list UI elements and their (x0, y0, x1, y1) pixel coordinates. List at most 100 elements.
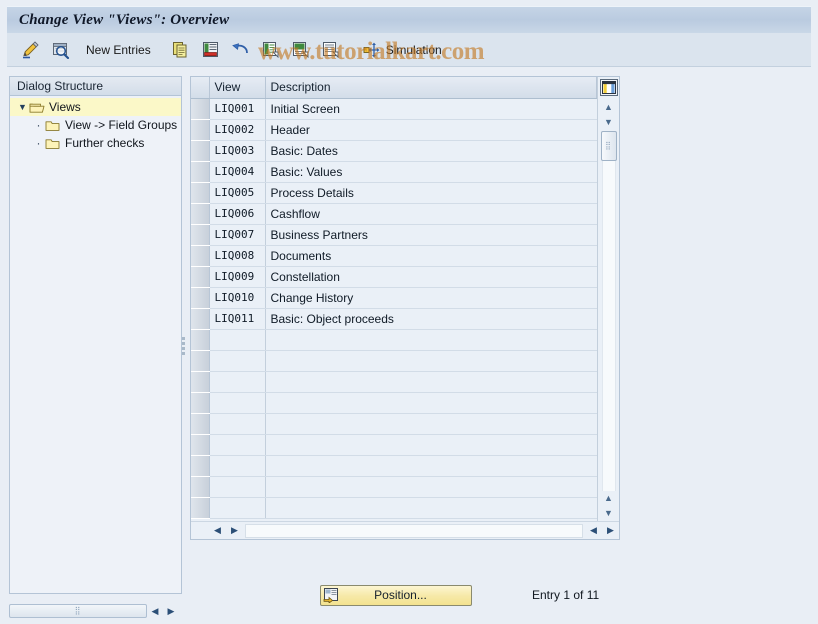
sidebar-item-views[interactable]: ▼ Views (10, 98, 181, 116)
row-selector[interactable] (191, 287, 210, 309)
row-selector[interactable] (191, 161, 210, 183)
cell-view[interactable]: LIQ001 (209, 98, 266, 120)
cell-description[interactable] (265, 476, 597, 498)
scroll-page-down-icon[interactable]: ▼ (600, 506, 618, 521)
cell-view[interactable] (209, 497, 266, 519)
row-selector[interactable] (191, 497, 210, 519)
row-selector[interactable] (191, 203, 210, 225)
undo-icon[interactable] (227, 37, 254, 63)
cell-view[interactable]: LIQ008 (209, 245, 266, 267)
row-selector[interactable] (191, 455, 210, 477)
cell-description[interactable]: Change History (265, 287, 597, 309)
cell-description[interactable] (265, 434, 597, 456)
dialog-structure-hscrollbar[interactable]: ⣿ ◀ ▶ (9, 602, 182, 620)
row-selector[interactable] (191, 371, 210, 393)
cell-view[interactable]: LIQ002 (209, 119, 266, 141)
cell-description[interactable]: Basic: Object proceeds (265, 308, 597, 330)
new-entries-button[interactable]: New Entries (77, 37, 164, 63)
simulation-button[interactable]: Simulation (358, 37, 455, 63)
column-header-description[interactable]: Description (265, 77, 597, 99)
cell-description[interactable]: Basic: Dates (265, 140, 597, 162)
table-row[interactable] (191, 476, 597, 498)
table-row[interactable]: LIQ004 Basic: Values (191, 161, 597, 183)
table-row[interactable] (191, 413, 597, 435)
table-row[interactable] (191, 350, 597, 372)
delete-icon[interactable] (197, 37, 224, 63)
row-selector[interactable] (191, 98, 210, 120)
table-row[interactable]: LIQ006 Cashflow (191, 203, 597, 225)
cell-description[interactable] (265, 455, 597, 477)
table-row[interactable] (191, 371, 597, 393)
panel-splitter-handle[interactable] (180, 336, 186, 356)
cell-description[interactable] (265, 392, 597, 414)
cell-view[interactable] (209, 350, 266, 372)
scroll-down-icon[interactable]: ▼ (600, 114, 618, 129)
cell-description[interactable]: Cashflow (265, 203, 597, 225)
chevron-down-icon[interactable]: ▼ (16, 102, 29, 112)
select-all-column-header[interactable] (191, 77, 210, 99)
row-selector[interactable] (191, 140, 210, 162)
hscroll-right-icon[interactable]: ▶ (226, 523, 243, 538)
vertical-scroll-track[interactable] (601, 161, 616, 491)
row-selector[interactable] (191, 350, 210, 372)
table-row[interactable] (191, 455, 597, 477)
select-all-icon[interactable] (257, 37, 284, 63)
cell-description[interactable]: Header (265, 119, 597, 141)
cell-view[interactable]: LIQ007 (209, 224, 266, 246)
column-config-icon[interactable] (599, 79, 618, 96)
table-row[interactable] (191, 497, 597, 519)
cell-view[interactable]: LIQ004 (209, 161, 266, 183)
table-vertical-scrollbar[interactable]: ▲ ▼ ⣿ ▲ ▼ (597, 77, 619, 521)
table-row[interactable]: LIQ005 Process Details (191, 182, 597, 204)
hscroll-page-left-icon[interactable]: ◀ (585, 523, 602, 538)
row-selector[interactable] (191, 266, 210, 288)
table-row[interactable]: LIQ003 Basic: Dates (191, 140, 597, 162)
cell-view[interactable]: LIQ003 (209, 140, 266, 162)
cell-view[interactable] (209, 392, 266, 414)
row-selector[interactable] (191, 434, 210, 456)
scroll-up-icon[interactable]: ▲ (600, 99, 618, 114)
table-row[interactable]: LIQ010 Change History (191, 287, 597, 309)
deselect-all-icon[interactable] (317, 37, 344, 63)
cell-description[interactable] (265, 350, 597, 372)
scroll-left-icon[interactable]: ◀ (147, 604, 163, 619)
cell-description[interactable] (265, 413, 597, 435)
cell-view[interactable] (209, 434, 266, 456)
position-button[interactable]: Position... (320, 584, 472, 606)
cell-description[interactable] (265, 497, 597, 519)
row-selector[interactable] (191, 413, 210, 435)
row-selector[interactable] (191, 329, 210, 351)
hscroll-left-icon[interactable]: ◀ (209, 523, 226, 538)
row-selector[interactable] (191, 308, 210, 330)
row-selector[interactable] (191, 224, 210, 246)
table-row[interactable]: LIQ002 Header (191, 119, 597, 141)
hscroll-page-right-icon[interactable]: ▶ (602, 523, 619, 538)
row-selector[interactable] (191, 476, 210, 498)
cell-description[interactable]: Constellation (265, 266, 597, 288)
cell-description[interactable]: Documents (265, 245, 597, 267)
cell-view[interactable] (209, 476, 266, 498)
hscroll-track[interactable] (245, 523, 583, 538)
cell-description[interactable]: Basic: Values (265, 161, 597, 183)
table-row[interactable] (191, 434, 597, 456)
cell-view[interactable]: LIQ011 (209, 308, 266, 330)
cell-view[interactable] (209, 371, 266, 393)
cell-description[interactable] (265, 371, 597, 393)
cell-description[interactable]: Process Details (265, 182, 597, 204)
cell-view[interactable] (209, 329, 266, 351)
cell-view[interactable]: LIQ010 (209, 287, 266, 309)
cell-description[interactable]: Initial Screen (265, 98, 597, 120)
dialog-structure-scroll-thumb[interactable]: ⣿ (9, 604, 147, 618)
cell-view[interactable]: LIQ005 (209, 182, 266, 204)
row-selector[interactable] (191, 119, 210, 141)
cell-view[interactable]: LIQ009 (209, 266, 266, 288)
cell-view[interactable]: LIQ006 (209, 203, 266, 225)
row-selector[interactable] (191, 392, 210, 414)
sidebar-item-further-checks[interactable]: · Further checks (10, 134, 181, 152)
cell-description[interactable] (265, 329, 597, 351)
table-row[interactable] (191, 329, 597, 351)
cell-view[interactable] (209, 455, 266, 477)
table-row[interactable] (191, 392, 597, 414)
details-icon[interactable] (47, 37, 74, 63)
table-row[interactable]: LIQ007 Business Partners (191, 224, 597, 246)
